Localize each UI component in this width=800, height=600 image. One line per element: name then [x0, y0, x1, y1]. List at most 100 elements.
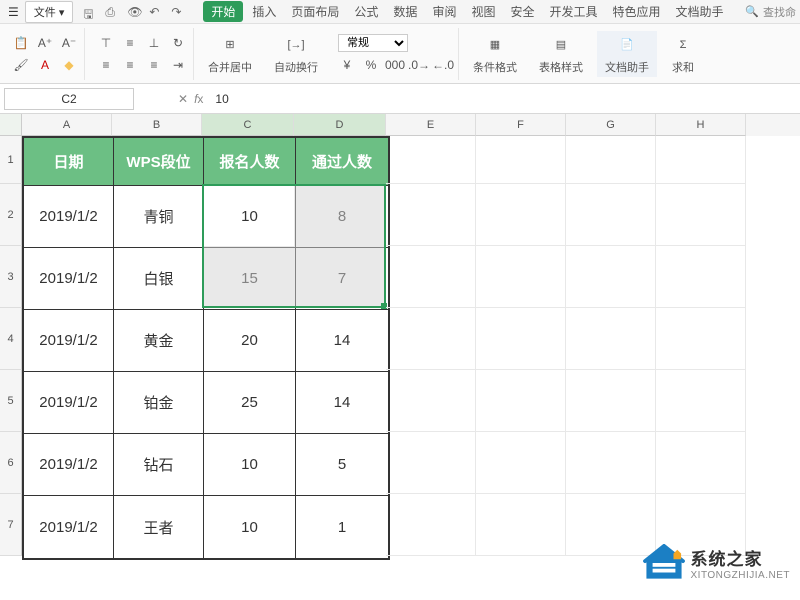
row-header[interactable]: 3: [0, 246, 22, 308]
table-cell[interactable]: 2019/1/2: [24, 310, 114, 372]
number-format-select[interactable]: 常规: [338, 34, 408, 52]
col-header-D[interactable]: D: [294, 114, 386, 136]
table-cell[interactable]: 8: [296, 186, 388, 248]
font-increase-icon[interactable]: A⁺: [36, 34, 54, 52]
font-color-icon[interactable]: A: [36, 56, 54, 74]
align-center-icon[interactable]: ≡: [121, 56, 139, 74]
align-bottom-icon[interactable]: ⊥: [145, 34, 163, 52]
empty-cell[interactable]: [566, 308, 656, 370]
empty-cell[interactable]: [476, 370, 566, 432]
table-cell[interactable]: 10: [204, 186, 296, 248]
empty-cell[interactable]: [656, 432, 746, 494]
name-box[interactable]: C2: [4, 88, 134, 110]
tab-安全[interactable]: 安全: [504, 1, 540, 22]
preview-icon[interactable]: 👁: [127, 5, 141, 19]
table-cell[interactable]: 铂金: [114, 372, 204, 434]
row-header[interactable]: 4: [0, 308, 22, 370]
empty-cell[interactable]: [476, 136, 566, 184]
decrease-decimal-icon[interactable]: ←.0: [434, 56, 452, 74]
table-style-button[interactable]: ▤ 表格样式: [531, 31, 591, 77]
table-cell[interactable]: 2019/1/2: [24, 186, 114, 248]
table-cell[interactable]: 20: [204, 310, 296, 372]
empty-cell[interactable]: [386, 494, 476, 556]
indent-icon[interactable]: ⇥: [169, 56, 187, 74]
row-header[interactable]: 7: [0, 494, 22, 556]
tab-视图[interactable]: 视图: [465, 1, 501, 22]
comma-icon[interactable]: 000: [386, 56, 404, 74]
table-cell[interactable]: 1: [296, 496, 388, 558]
tab-审阅[interactable]: 审阅: [426, 1, 462, 22]
tab-开始[interactable]: 开始: [203, 1, 243, 22]
table-cell[interactable]: 25: [204, 372, 296, 434]
empty-cell[interactable]: [386, 136, 476, 184]
empty-cell[interactable]: [566, 370, 656, 432]
empty-cell[interactable]: [476, 494, 566, 556]
percent-icon[interactable]: %: [362, 56, 380, 74]
table-cell[interactable]: 白银: [114, 248, 204, 310]
empty-cell[interactable]: [476, 246, 566, 308]
align-top-icon[interactable]: ⊤: [97, 34, 115, 52]
table-cell[interactable]: 钻石: [114, 434, 204, 496]
tab-开发工具[interactable]: 开发工具: [543, 1, 603, 22]
empty-cell[interactable]: [566, 184, 656, 246]
tab-页面布局[interactable]: 页面布局: [285, 1, 345, 22]
table-cell[interactable]: 王者: [114, 496, 204, 558]
app-menu-icon[interactable]: ☰: [4, 3, 23, 21]
col-header-G[interactable]: G: [566, 114, 656, 136]
table-cell[interactable]: 2019/1/2: [24, 248, 114, 310]
col-header-C[interactable]: C: [202, 114, 294, 136]
empty-cell[interactable]: [656, 136, 746, 184]
paste-icon[interactable]: 📋: [12, 34, 30, 52]
save-icon[interactable]: 🖫: [83, 5, 97, 19]
empty-cell[interactable]: [476, 184, 566, 246]
tab-特色应用[interactable]: 特色应用: [607, 1, 667, 22]
empty-cell[interactable]: [386, 246, 476, 308]
row-header[interactable]: 1: [0, 136, 22, 184]
tab-数据[interactable]: 数据: [387, 1, 423, 22]
currency-icon[interactable]: ¥: [338, 56, 356, 74]
col-header-A[interactable]: A: [22, 114, 112, 136]
tab-文档助手[interactable]: 文档助手: [670, 1, 730, 22]
sum-button[interactable]: Σ 求和: [663, 31, 703, 77]
format-painter-icon[interactable]: 🖌: [12, 56, 30, 74]
print-icon[interactable]: ⎙: [105, 5, 119, 19]
select-all-corner[interactable]: [0, 114, 22, 136]
table-header-cell[interactable]: 通过人数: [296, 138, 388, 186]
orientation-icon[interactable]: ↻: [169, 34, 187, 52]
empty-cell[interactable]: [476, 308, 566, 370]
redo-icon[interactable]: ↷: [171, 5, 185, 19]
empty-cell[interactable]: [386, 370, 476, 432]
row-header[interactable]: 2: [0, 184, 22, 246]
tab-公式[interactable]: 公式: [348, 1, 384, 22]
table-cell[interactable]: 2019/1/2: [24, 434, 114, 496]
table-header-cell[interactable]: 日期: [24, 138, 114, 186]
table-cell[interactable]: 5: [296, 434, 388, 496]
empty-cell[interactable]: [566, 432, 656, 494]
col-header-F[interactable]: F: [476, 114, 566, 136]
tab-插入[interactable]: 插入: [246, 1, 282, 22]
conditional-format-button[interactable]: ▦ 条件格式: [465, 31, 525, 77]
table-cell[interactable]: 10: [204, 496, 296, 558]
align-left-icon[interactable]: ≡: [97, 56, 115, 74]
table-cell[interactable]: 15: [204, 248, 296, 310]
empty-cell[interactable]: [656, 246, 746, 308]
increase-decimal-icon[interactable]: .0→: [410, 56, 428, 74]
table-cell[interactable]: 14: [296, 310, 388, 372]
formula-input[interactable]: 10: [207, 89, 796, 109]
col-header-B[interactable]: B: [112, 114, 202, 136]
merge-center-button[interactable]: ⊞ 合并居中: [200, 31, 260, 77]
table-cell[interactable]: 2019/1/2: [24, 496, 114, 558]
align-middle-icon[interactable]: ≡: [121, 34, 139, 52]
table-cell[interactable]: 2019/1/2: [24, 372, 114, 434]
file-menu[interactable]: 文件 ▾: [25, 1, 74, 23]
empty-cell[interactable]: [476, 432, 566, 494]
empty-cell[interactable]: [386, 308, 476, 370]
table-cell[interactable]: 青铜: [114, 186, 204, 248]
search-area[interactable]: 🔍 查找命: [745, 4, 796, 20]
fill-color-icon[interactable]: ◆: [60, 56, 78, 74]
row-header[interactable]: 5: [0, 370, 22, 432]
table-cell[interactable]: 黄金: [114, 310, 204, 372]
table-header-cell[interactable]: 报名人数: [204, 138, 296, 186]
empty-cell[interactable]: [656, 308, 746, 370]
table-header-cell[interactable]: WPS段位: [114, 138, 204, 186]
